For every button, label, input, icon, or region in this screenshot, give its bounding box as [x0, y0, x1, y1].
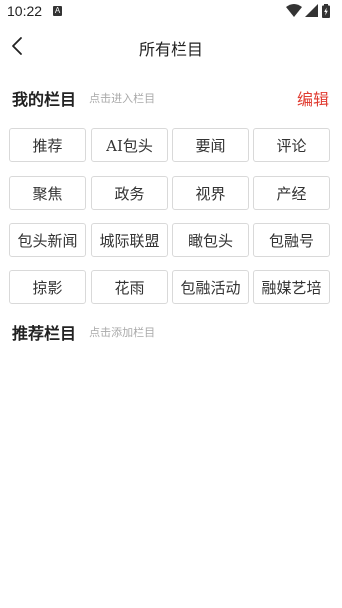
my-channels-title: 我的栏目 [12, 90, 77, 109]
nav-bar: 所有栏目 [0, 24, 342, 68]
edit-button[interactable]: 编辑 [297, 86, 329, 110]
my-channels-hint: 点击进入栏目 [89, 92, 156, 105]
channel-chip[interactable]: 掠影 [9, 270, 86, 304]
channel-chip[interactable]: 包融活动 [172, 270, 249, 304]
channel-chip[interactable]: 推荐 [9, 128, 86, 162]
battery-charging-icon [322, 4, 330, 18]
channel-chip[interactable]: 包融号 [253, 223, 330, 257]
channel-chip[interactable]: 产经 [253, 176, 330, 210]
my-channels-header: 我的栏目 点击进入栏目 [12, 86, 156, 109]
channel-chip[interactable]: 瞰包头 [172, 223, 249, 257]
page-title: 所有栏目 [138, 40, 203, 59]
recommended-channels-hint: 点击添加栏目 [89, 326, 156, 339]
status-time: 10:22 [7, 3, 43, 19]
recommended-channels-header: 推荐栏目 点击添加栏目 [12, 320, 156, 343]
channel-chip[interactable]: 花雨 [91, 270, 168, 304]
channel-chip[interactable]: 包头新闻 [9, 223, 86, 257]
status-icons [286, 4, 336, 18]
channel-chip[interactable]: 城际联盟 [91, 223, 168, 257]
channel-chip[interactable]: 融媒艺培 [253, 270, 330, 304]
channel-chip[interactable]: 评论 [253, 128, 330, 162]
status-bar: 10:22 A [0, 0, 342, 24]
a-notification-icon: A [53, 6, 62, 16]
channel-chip[interactable]: 聚焦 [9, 176, 86, 210]
channel-chip[interactable]: 视界 [172, 176, 249, 210]
channel-chip[interactable]: 要闻 [172, 128, 249, 162]
recommended-channels-title: 推荐栏目 [12, 324, 77, 343]
channel-chip[interactable]: AI包头 [91, 128, 168, 162]
wifi-icon [286, 4, 302, 17]
channel-chip[interactable]: 政务 [91, 176, 168, 210]
cellular-signal-icon [305, 4, 318, 17]
